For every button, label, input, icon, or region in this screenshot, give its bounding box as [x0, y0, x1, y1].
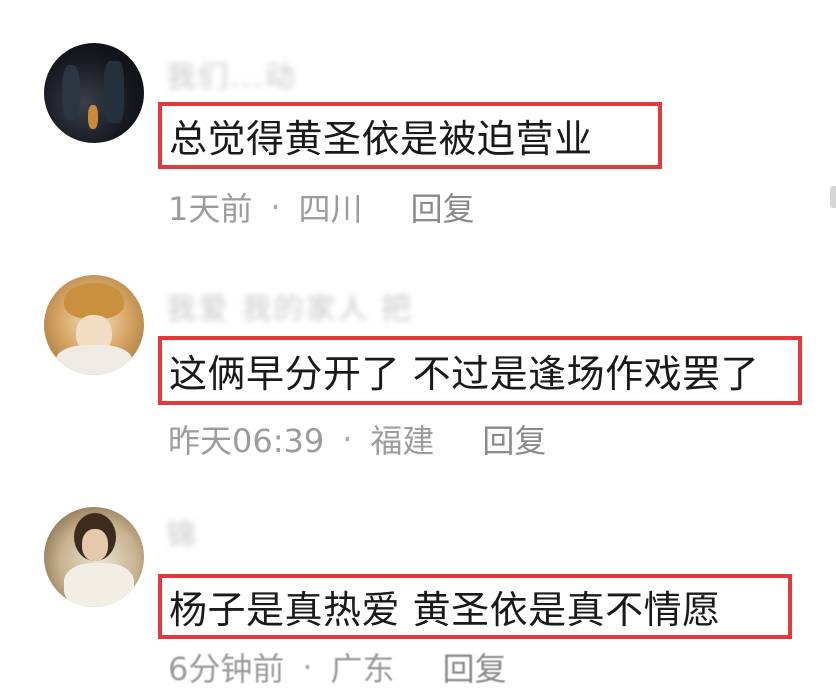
username[interactable]: 我爱 我的家人 把: [166, 284, 413, 328]
avatar[interactable]: [44, 507, 144, 607]
comment-meta: 6分钟前 · 广东 回复: [168, 644, 507, 690]
comment-location: 广东: [330, 650, 395, 688]
comment-meta: 1天前 · 四川 回复: [168, 184, 475, 230]
comment-item: 锦 杨子是真热爱 黄圣依是真不情愿 6分钟前 · 广东 回复: [0, 462, 836, 692]
comment-text: 这俩早分开了 不过是逢场作戏罢了: [169, 352, 760, 396]
highlight-box: 杨子是真热爱 黄圣依是真不情愿: [158, 574, 792, 639]
username[interactable]: 我们...动: [166, 52, 297, 96]
username[interactable]: 锦: [166, 510, 198, 554]
reply-button[interactable]: 回复: [482, 416, 546, 462]
reply-button[interactable]: 回复: [443, 644, 507, 690]
edge-indicator: [830, 186, 836, 208]
comment-time: 1天前: [168, 190, 253, 228]
comment-item: 我爱 我的家人 把 这俩早分开了 不过是逢场作戏罢了 昨天06:39 · 福建 …: [0, 232, 836, 462]
comment-text: 总觉得黄圣依是被迫营业: [169, 117, 593, 161]
comment-time: 昨天06:39: [168, 422, 325, 460]
comment-location: 福建: [370, 422, 435, 460]
comment-text: 杨子是真热爱 黄圣依是真不情愿: [169, 588, 721, 632]
highlight-box: 这俩早分开了 不过是逢场作戏罢了: [158, 336, 802, 405]
reply-button[interactable]: 回复: [411, 184, 475, 230]
comment-item: 我们...动 总觉得黄圣依是被迫营业 1天前 · 四川 回复: [0, 0, 836, 230]
avatar[interactable]: [44, 275, 144, 375]
avatar[interactable]: [44, 43, 144, 143]
meta-separator: ·: [342, 420, 353, 458]
highlight-box: 总觉得黄圣依是被迫营业: [158, 102, 662, 169]
comment-time: 6分钟前: [168, 650, 285, 688]
comment-location: 四川: [298, 190, 363, 228]
meta-separator: ·: [270, 188, 281, 226]
meta-separator: ·: [302, 648, 313, 686]
comment-meta: 昨天06:39 · 福建 回复: [168, 416, 546, 462]
